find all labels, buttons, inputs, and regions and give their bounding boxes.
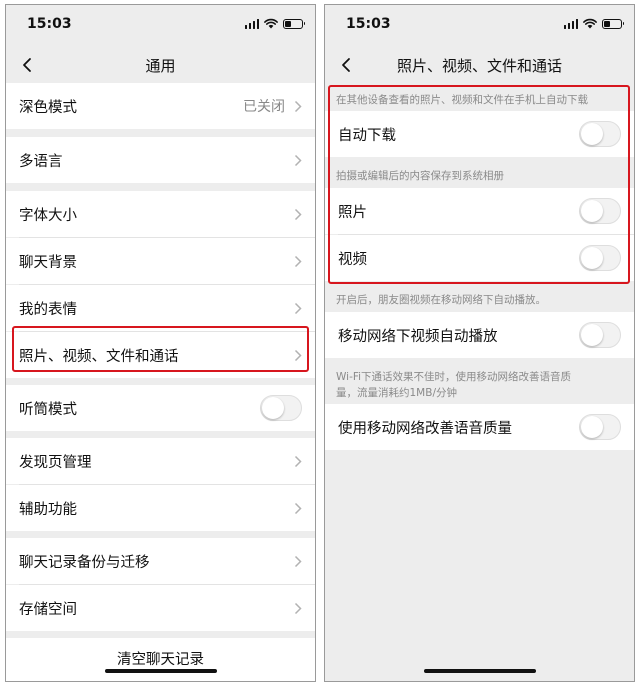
chevron-right-icon (294, 555, 302, 567)
settings-item-media[interactable]: 照片、视频、文件和通话 (6, 332, 315, 378)
battery-icon (602, 18, 624, 29)
moments-note: 开启后，朋友圈视频在移动网络下自动播放。 (336, 294, 546, 306)
settings-item-voice-quality: 使用移动网络改善语音质量 (325, 404, 634, 450)
nav-bar: 照片、视频、文件和通话 (325, 43, 634, 87)
settings-item-label: 照片、视频、文件和通话 (19, 348, 179, 365)
wifi-note-line1: Wi-Fi下通话效果不佳时，使用移动网络改善语音质 (336, 371, 572, 383)
settings-item-accessibility[interactable]: 辅助功能 (6, 485, 315, 531)
auto-download-toggle[interactable] (579, 121, 621, 147)
earpiece-toggle[interactable] (260, 395, 302, 421)
settings-item-photos: 照片 (325, 188, 634, 234)
wifi-icon (583, 18, 597, 29)
settings-item-label: 存储空间 (19, 601, 77, 618)
chevron-right-icon (294, 502, 302, 514)
mobile-autoplay-toggle[interactable] (579, 322, 621, 348)
settings-item-label: 聊天背景 (19, 254, 77, 271)
settings-item-label: 使用移动网络改善语音质量 (338, 420, 512, 437)
settings-item-earpiece: 听筒模式 (6, 385, 315, 431)
settings-item-value: 已关闭 (243, 99, 285, 115)
settings-item-font-size[interactable]: 字体大小 (6, 191, 315, 237)
chevron-right-icon (294, 154, 302, 166)
settings-item-label: 听筒模式 (19, 401, 77, 418)
status-icons (563, 18, 624, 29)
chevron-right-icon (294, 100, 302, 112)
settings-item-stickers[interactable]: 我的表情 (6, 285, 315, 331)
nav-bar: 通用 (6, 43, 315, 87)
save-album-note: 拍摄或编辑后的内容保存到系统相册 (336, 170, 504, 182)
settings-item-label: 多语言 (19, 153, 63, 170)
wifi-icon (264, 18, 278, 29)
media-settings-screen: 15:03 照片、视频、文件和通话 在其他设备查看的照片、视频和文件在手机上自动… (324, 4, 635, 682)
wifi-note-line2: 量，流量消耗约1MB/分钟 (336, 387, 457, 399)
page-title: 通用 (145, 57, 176, 75)
settings-item-label: 深色模式 (19, 99, 77, 116)
signal-icon (244, 18, 259, 29)
settings-item-backup[interactable]: 聊天记录备份与迁移 (6, 538, 315, 584)
general-settings-screen: 15:03 通用 深色模式 已关闭 多语言 字体大小 聊天背景 我的表情 照片、… (5, 4, 316, 682)
chevron-right-icon (294, 302, 302, 314)
status-icons (244, 18, 305, 29)
settings-item-language[interactable]: 多语言 (6, 137, 315, 183)
settings-item-label: 发现页管理 (19, 454, 92, 471)
settings-item-discover[interactable]: 发现页管理 (6, 438, 315, 484)
home-indicator (423, 669, 536, 673)
settings-item-mobile-autoplay: 移动网络下视频自动播放 (325, 312, 634, 358)
settings-item-label: 照片 (338, 204, 367, 221)
settings-item-label: 视频 (338, 251, 367, 268)
photos-toggle[interactable] (579, 198, 621, 224)
videos-toggle[interactable] (579, 245, 621, 271)
settings-item-label: 聊天记录备份与迁移 (19, 554, 150, 571)
home-indicator (104, 669, 217, 673)
signal-icon (563, 18, 578, 29)
chevron-right-icon (294, 602, 302, 614)
settings-item-videos: 视频 (325, 235, 634, 281)
clear-chat-history-label: 清空聊天记录 (117, 651, 204, 668)
settings-item-chat-background[interactable]: 聊天背景 (6, 238, 315, 284)
chevron-right-icon (294, 455, 302, 467)
settings-item-label: 字体大小 (19, 207, 77, 224)
settings-item-label: 自动下载 (338, 127, 396, 144)
settings-item-label: 我的表情 (19, 301, 77, 318)
settings-item-auto-download: 自动下载 (325, 111, 634, 157)
voice-quality-toggle[interactable] (579, 414, 621, 440)
clear-chat-history-button[interactable]: 清空聊天记录 (6, 638, 315, 681)
status-bar: 15:03 (6, 5, 315, 43)
page-title: 照片、视频、文件和通话 (396, 57, 562, 75)
status-bar: 15:03 (325, 5, 634, 43)
settings-item-label: 移动网络下视频自动播放 (338, 328, 498, 345)
chevron-right-icon (294, 349, 302, 361)
settings-item-label: 辅助功能 (19, 501, 77, 518)
chevron-right-icon (294, 255, 302, 267)
settings-item-storage[interactable]: 存储空间 (6, 585, 315, 631)
auto-download-note: 在其他设备查看的照片、视频和文件在手机上自动下载 (336, 94, 588, 106)
status-time: 15:03 (346, 16, 391, 32)
settings-item-dark-mode[interactable]: 深色模式 已关闭 (6, 83, 315, 129)
battery-icon (283, 18, 305, 29)
chevron-right-icon (294, 208, 302, 220)
status-time: 15:03 (27, 16, 72, 32)
